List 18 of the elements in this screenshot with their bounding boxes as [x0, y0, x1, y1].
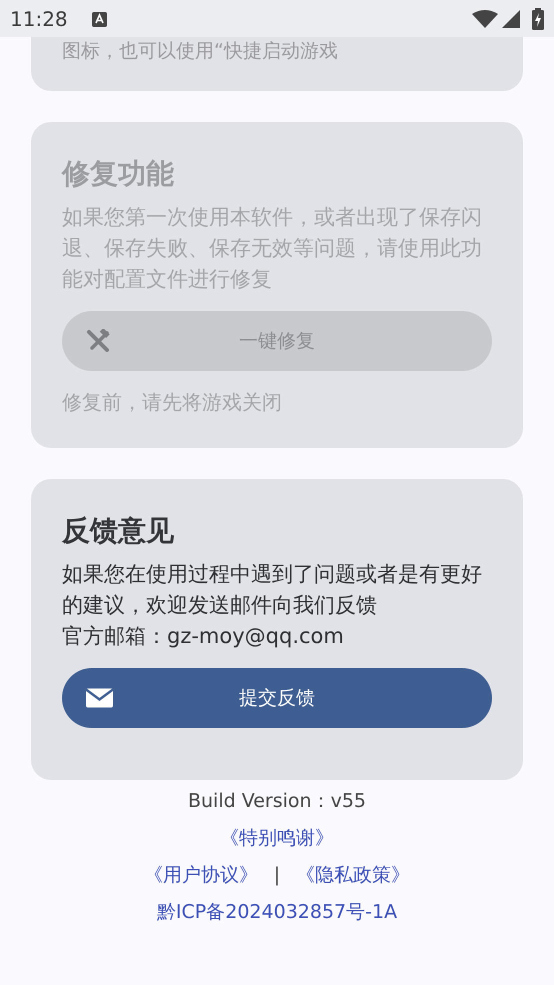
card-note: 修复前，请先将游戏关闭	[62, 389, 283, 416]
mail-icon	[86, 688, 113, 708]
card-text: 图标，也可以使用“快捷启动游戏	[62, 39, 339, 63]
action-button[interactable]: 提交反馈	[62, 668, 492, 728]
icp-link[interactable]: 黔ICP备2024032857号-1A	[156, 899, 398, 925]
battery-icon	[532, 6, 544, 30]
version-text: Build Version：v55	[188, 789, 366, 814]
separator: |	[274, 863, 280, 888]
thanks-link[interactable]: 《特别鸣谢》	[220, 825, 334, 851]
card-title: 修复功能	[62, 156, 175, 192]
card-description: 如果您第一次使用本软件，或者出现了保存闪退、保存失败、保存无效等问题，请使用此功能对配置文件进行修复	[62, 204, 483, 293]
status-time: 11:28	[10, 6, 68, 32]
tools-icon	[86, 329, 110, 353]
card-description: 如果您在使用过程中遇到了问题或者是有更好的建议，欢迎发送邮件向我们反馈	[62, 561, 483, 619]
privacy-link[interactable]: 《隐私政策》	[296, 862, 410, 888]
agreement-link[interactable]: 《用户协议》	[144, 862, 258, 888]
email-text: 官方邮箱：gz-moy@qq.com	[62, 623, 345, 650]
card-title: 反馈意见	[62, 513, 175, 549]
